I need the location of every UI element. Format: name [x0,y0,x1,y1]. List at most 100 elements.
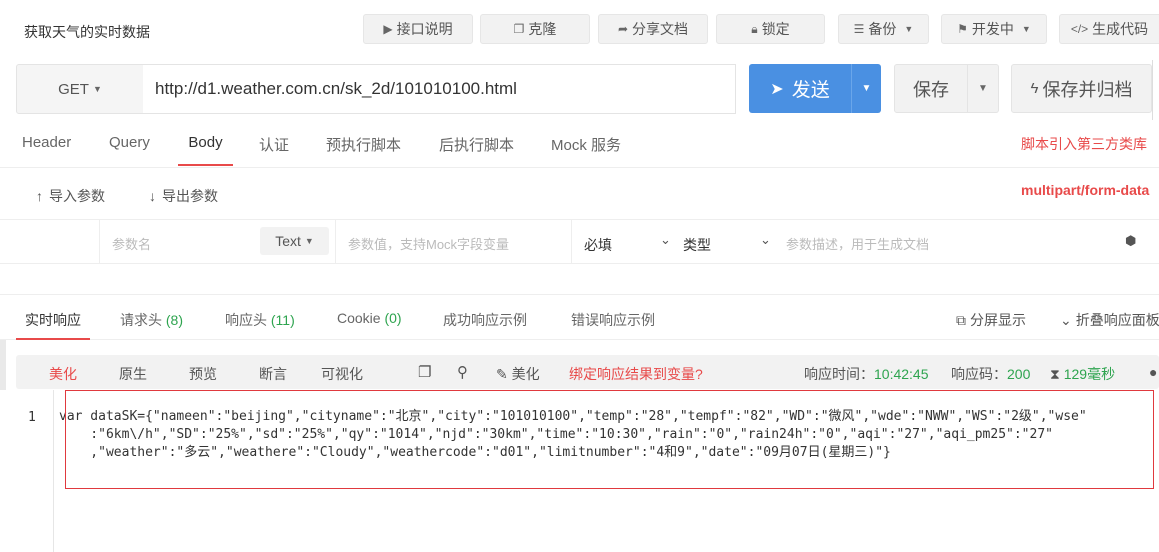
clone-label: 克隆 [528,21,557,37]
hourglass-icon: ⧗ [1050,366,1060,382]
param-row: 参数名 Text ▼ 参数值，支持Mock字段变量 必填 ⌄ 类型 ⌄ 参数描述… [0,220,1159,264]
tab-error-example[interactable]: 错误响应示例 [571,310,655,340]
type-select[interactable]: 类型 [683,235,711,255]
tab-body[interactable]: Body [178,134,233,166]
required-select[interactable]: 必填 [584,235,612,255]
tab-header[interactable]: Header [22,134,71,166]
page-title: 获取天气的实时数据 [24,24,150,40]
info-icon[interactable]: ● [1149,364,1157,380]
send-label: 发送 [791,80,830,101]
backup-button[interactable]: ☰ 备份 ▼ [838,14,929,44]
tab-success-example[interactable]: 成功响应示例 [443,310,527,340]
view-assert[interactable]: 断言 [259,364,287,384]
response-tabs: 实时响应 请求头 (8) 响应头 (11) Cookie (0) 成功响应示例 … [0,294,1159,340]
lock-button[interactable]: 🔒︎ 锁定 [716,14,825,44]
param-name-cell [100,220,336,264]
beautify-button[interactable]: ✎ 美化 [496,364,540,384]
view-visualize[interactable]: 可视化 [321,364,363,384]
clone-button[interactable]: ❐ 克隆 [480,14,590,44]
view-beautify[interactable]: 美化 [49,364,77,384]
api-doc-button[interactable]: ▶ 接口说明 [363,14,473,44]
response-time: 响应时间：10:42:45 [804,364,929,384]
search-icon[interactable]: ⚲ [457,363,468,381]
gen-code-label: 生成代码 [1092,21,1149,37]
response-code-label: 响应码： [951,366,1007,382]
form-type-label[interactable]: multipart/form-data [1021,182,1149,198]
save-archive-button[interactable]: ϟ 保存并归档 [1011,64,1152,113]
body-toolbar: ↑ 导入参数 ↓ 导出参数 multipart/form-data [0,168,1159,220]
top-bar: 获取天气的实时数据 ▶ 接口说明 ❐ 克隆 ➦ 分享文档 🔒︎ 锁定 ☰ 备份 … [0,0,1159,58]
tab-pre-script[interactable]: 预执行脚本 [326,134,401,166]
tab-label: 请求头 [120,312,162,328]
flag-icon: ⚑ [957,22,968,36]
import-params-button[interactable]: ↑ 导入参数 [36,186,105,206]
count-badge: (11) [270,312,295,328]
bind-response-link[interactable]: 绑定响应结果到变量? [569,364,703,384]
count-badge: (8) [165,312,184,328]
split-view-icon: ⧉ [956,311,966,328]
copy-icon: ❐ [513,22,525,36]
save-dropdown-button[interactable]: ▼ [968,64,999,113]
caret-down-icon: ▼ [904,24,914,34]
split-view-button[interactable]: ⧉ 分屏显示 [956,310,1026,330]
tab-realtime-response[interactable]: 实时响应 [16,310,90,340]
fold-icon: ⌄ [1060,311,1072,328]
paper-plane-icon: ➤ [770,80,784,98]
save-label: 保存 [913,79,949,100]
tab-request-headers[interactable]: 请求头 (8) [120,310,183,340]
copy-icon[interactable]: ❐ [418,363,431,381]
method-label: GET [58,80,89,98]
chevron-down-icon[interactable]: ⌄ [660,232,671,248]
code-icon: </> [1070,22,1089,36]
tab-mock[interactable]: Mock 服务 [551,134,621,166]
param-value-cell [336,220,572,264]
play-icon: ▶ [383,22,393,36]
export-label: 导出参数 [162,188,218,204]
save-button[interactable]: 保存 [894,64,968,113]
tab-post-script[interactable]: 后执行脚本 [439,134,514,166]
share-label: 分享文档 [632,21,689,37]
tab-query[interactable]: Query [109,134,150,166]
lock-label: 锁定 [761,21,790,37]
third-party-lib-link[interactable]: 脚本引入第三方类库 [1021,134,1147,154]
caret-down-icon: ▼ [1021,24,1031,34]
param-desc-input[interactable]: 参数描述，用于生成文档 [786,234,929,253]
response-code-value: 200 [1007,366,1031,382]
tab-label: Cookie [337,310,381,326]
scrollbar[interactable] [1152,60,1159,120]
duration-value: 129毫秒 [1063,366,1116,382]
lightning-icon: ϟ [1030,80,1039,97]
response-code: 响应码：200 [951,364,1030,384]
view-preview[interactable]: 预览 [189,364,217,384]
share-doc-button[interactable]: ➦ 分享文档 [598,14,708,44]
send-button[interactable]: ➤ 发送 [749,64,851,113]
gen-code-button[interactable]: </> 生成代码 [1059,14,1159,44]
status-button[interactable]: ⚑ 开发中 ▼ [941,14,1047,44]
response-toolbar: 美化 原生 预览 断言 可视化 ❐ ⚲ ✎ 美化 绑定响应结果到变量? 响应时间… [16,355,1159,389]
tab-response-headers[interactable]: 响应头 (11) [225,310,295,340]
method-select[interactable]: GET ▼ [16,64,144,114]
url-input[interactable] [143,64,736,114]
cube-icon[interactable]: ⬢ [1125,233,1136,249]
tab-auth[interactable]: 认证 [259,134,289,166]
tab-cookie[interactable]: Cookie (0) [337,310,402,340]
count-badge: (0) [384,310,402,326]
beautify-label: 美化 [511,366,540,382]
database-icon: ☰ [853,22,865,36]
caret-down-icon: ▼ [92,84,102,94]
line-number: 1 [28,410,36,425]
chevron-down-icon[interactable]: ⌄ [760,232,771,248]
lock-icon: 🔒︎ [751,21,758,36]
response-duration: ⧗ 129毫秒 [1050,364,1115,384]
share-icon: ➦ [617,22,629,36]
backup-label: 备份 [868,21,897,37]
arrow-down-icon: ↓ [149,188,156,204]
export-params-button[interactable]: ↓ 导出参数 [149,186,218,206]
view-raw[interactable]: 原生 [119,364,147,384]
import-label: 导入参数 [49,188,105,204]
line-gutter: 1 [0,390,54,552]
status-label: 开发中 [971,21,1014,37]
send-dropdown-button[interactable]: ▼ [851,64,881,113]
response-time-value: 10:42:45 [874,366,929,382]
fold-panel-button[interactable]: ⌄ 折叠响应面板 [1060,310,1159,330]
